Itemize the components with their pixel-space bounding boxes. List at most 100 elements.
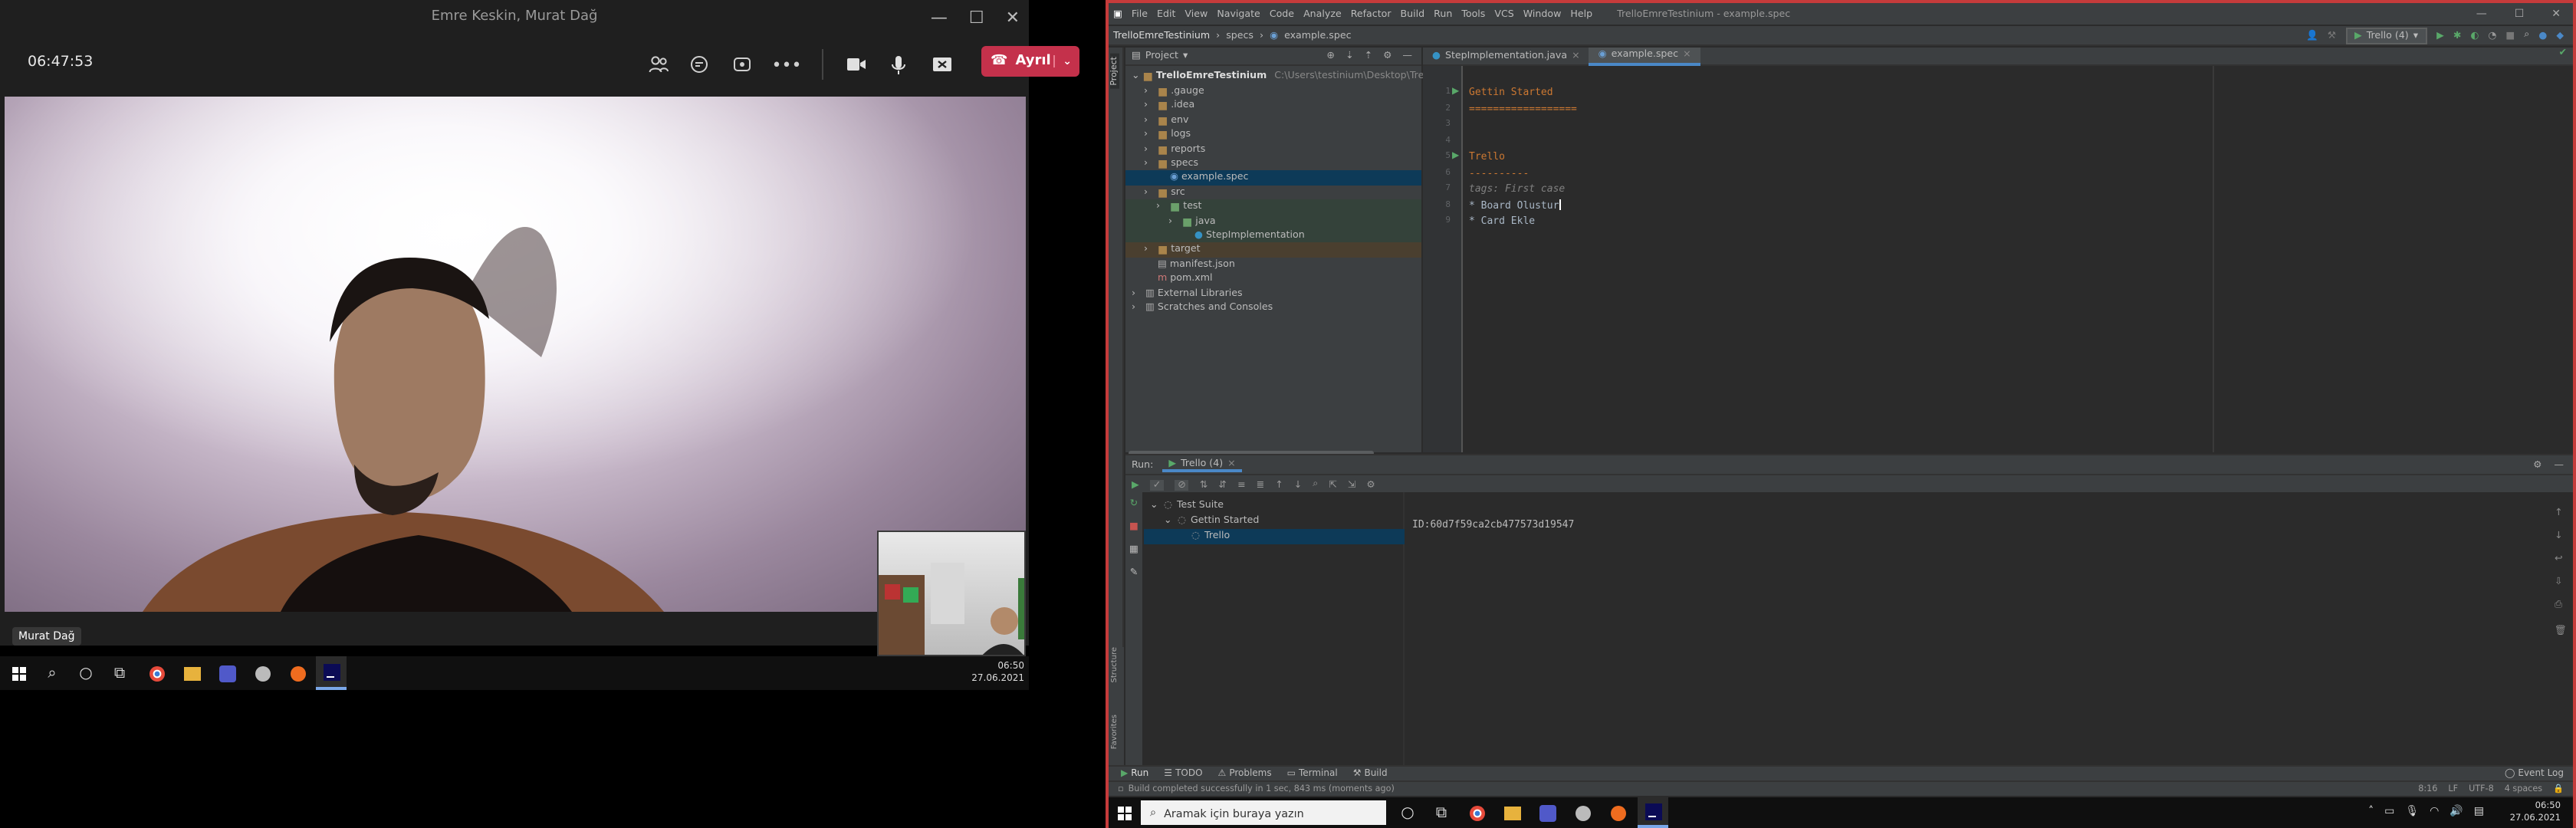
taskbar-clock[interactable]: 06:50 27.06.2021 [2510, 800, 2561, 825]
user-icon[interactable]: 👤 [2306, 29, 2318, 41]
postman-icon[interactable] [282, 656, 313, 690]
search-icon[interactable]: ⌕ [37, 656, 67, 690]
menu-navigate[interactable]: Navigate [1212, 8, 1265, 19]
sort-alpha-icon[interactable]: ⇅ [1200, 479, 1208, 490]
sort-duration-icon[interactable]: ⇵ [1218, 479, 1227, 490]
menu-view[interactable]: View [1180, 8, 1212, 19]
settings-gear-icon[interactable]: ⚙ [1383, 51, 1392, 61]
soft-wrap-icon[interactable]: ↩ [2555, 554, 2567, 564]
wifi-icon[interactable]: ◠ [2430, 805, 2439, 817]
tool-tab-todo[interactable]: ☰ TODO [1164, 768, 1202, 779]
breadcrumb-project[interactable]: TrelloEmreTestinium [1113, 30, 1210, 41]
project-view-select[interactable]: Project [1145, 51, 1178, 61]
lock-icon[interactable]: 🔒 [2553, 784, 2564, 794]
chrome-icon[interactable] [1461, 797, 1492, 828]
structure-tool-tab[interactable]: Structure [1110, 647, 1119, 683]
hide-panel-icon[interactable]: — [2554, 459, 2564, 470]
maximize-icon[interactable]: ☐ [2515, 8, 2525, 20]
breadcrumb-specs[interactable]: specs [1226, 30, 1254, 41]
microphone-icon[interactable]: 🎙 [2405, 805, 2419, 817]
tree-item[interactable]: › ■ specs [1125, 156, 1421, 172]
export-icon[interactable]: ⇱ [1329, 479, 1337, 490]
profile-icon[interactable]: ◔ [2488, 30, 2496, 41]
taskbar-search-box[interactable]: ⌕ Aramak için buraya yazın [1141, 800, 1386, 825]
tree-item[interactable]: › ■ reports [1125, 142, 1421, 157]
minimize-icon[interactable]: — [2476, 8, 2487, 20]
show-passed-icon[interactable]: ✓ [1149, 479, 1165, 490]
menu-vcs[interactable]: VCS [1490, 8, 1518, 19]
close-icon[interactable]: ✕ [2551, 8, 2561, 20]
share-screen-icon[interactable] [928, 51, 955, 78]
stop-icon[interactable]: ■ [2505, 30, 2515, 41]
event-log-tab[interactable]: ◯ Event Log [2505, 768, 2564, 779]
tree-item[interactable]: › ▥ External Libraries [1125, 286, 1421, 301]
close-tab-icon[interactable]: × [1227, 458, 1236, 468]
locate-icon[interactable]: ⊕ [1326, 51, 1335, 61]
tree-item[interactable]: › ■ .gauge [1125, 84, 1421, 100]
maximize-icon[interactable]: ☐ [969, 7, 984, 27]
tree-item[interactable]: › ■ .idea [1125, 99, 1421, 114]
code-content[interactable]: Gettin Started ================== Trello --… [1423, 48, 2573, 452]
menu-window[interactable]: Window [1519, 8, 1566, 19]
debug-icon[interactable]: ✱ [2453, 30, 2462, 41]
microphone-icon[interactable] [885, 51, 912, 78]
indent-setting[interactable]: 4 spaces [2505, 784, 2542, 794]
chevron-down-icon[interactable]: ▾ [1183, 51, 1188, 61]
console-output[interactable]: ID:60d7f59ca2cb477573d19547 [1406, 492, 2541, 776]
menu-help[interactable]: Help [1566, 8, 1597, 19]
hammer-build-icon[interactable]: ⚒ [2328, 30, 2336, 41]
postman-icon[interactable] [1602, 797, 1633, 828]
scroll-end-icon[interactable]: ⇩ [2555, 577, 2567, 587]
cortana-icon[interactable]: ○ [1392, 797, 1423, 828]
print-icon[interactable]: ⎙ [2555, 600, 2567, 612]
tree-item[interactable]: › ■ env [1125, 113, 1421, 129]
prev-failed-icon[interactable]: ↑ [1275, 479, 1283, 490]
pin-icon[interactable]: ✎ [1130, 567, 1138, 578]
cortana-icon[interactable]: ○ [71, 656, 101, 690]
tree-item-root[interactable]: ⌄ ■ TrelloEmreTestinium C:\Users\testini… [1125, 69, 1470, 84]
leave-call-button[interactable]: ☎ Ayrıl ⌄ [981, 46, 1079, 77]
tree-item[interactable]: › ■ java [1125, 214, 1421, 230]
test-tree-row[interactable]: ◌ Trello [1144, 529, 1405, 544]
collapse-all-icon[interactable]: ⇡ [1365, 51, 1373, 61]
test-tree-row[interactable]: ⌄ ◌ Test Suite [1144, 498, 1405, 514]
tree-item[interactable]: › ▥ Scratches and Consoles [1125, 301, 1421, 316]
app-icon[interactable] [1567, 797, 1598, 828]
tree-item[interactable]: ▤ manifest.json [1125, 258, 1421, 273]
menu-refactor[interactable]: Refactor [1346, 8, 1396, 19]
expand-all-icon[interactable]: ≡ [1237, 479, 1246, 490]
test-tree-row[interactable]: ⌄ ◌ Gettin Started [1144, 514, 1405, 529]
menu-code[interactable]: Code [1265, 8, 1299, 19]
trash-icon[interactable]: 🗑 [2555, 624, 2567, 636]
updates-icon[interactable]: ● [2538, 30, 2547, 41]
tree-item[interactable]: m pom.xml [1125, 271, 1421, 287]
language-icon[interactable]: ▤ [2474, 805, 2484, 817]
task-view-icon[interactable]: ⧉ [104, 656, 135, 690]
intellij-icon[interactable] [1638, 797, 1668, 828]
down-icon[interactable]: ↓ [2555, 531, 2567, 541]
status-message[interactable]: ▫ Build completed successfully in 1 sec, … [1118, 784, 1395, 794]
next-failed-icon[interactable]: ↓ [1294, 479, 1303, 490]
zoom-icon[interactable]: ⌕ [1313, 478, 1318, 491]
network-icon[interactable]: ▭ [2384, 805, 2394, 817]
menu-analyze[interactable]: Analyze [1299, 8, 1346, 19]
favorites-tool-tab[interactable]: Favorites [1110, 715, 1119, 749]
search-everywhere-icon[interactable]: ⌕ [2524, 29, 2529, 41]
expand-all-icon[interactable]: ⇣ [1346, 51, 1354, 61]
windows-start-icon[interactable] [1109, 797, 1139, 828]
layout-icon[interactable]: ▦ [1129, 544, 1138, 555]
tree-item[interactable]: › ■ logs [1125, 127, 1421, 143]
camera-icon[interactable] [842, 51, 869, 78]
menu-run[interactable]: Run [1429, 8, 1457, 19]
tree-item[interactable]: ◉ example.spec [1125, 170, 1421, 186]
rerun-icon[interactable]: ▶ [1132, 479, 1139, 490]
import-icon[interactable]: ⇲ [1348, 479, 1356, 490]
task-view-icon[interactable]: ⧉ [1426, 797, 1457, 828]
tree-item[interactable]: › ■ test [1125, 199, 1421, 215]
collapse-all-icon[interactable]: ≣ [1257, 479, 1265, 490]
coverage-icon[interactable]: ◐ [2470, 30, 2479, 41]
caret-position[interactable]: 8:16 [2418, 784, 2437, 794]
stop-icon[interactable]: ■ [1129, 521, 1138, 532]
windows-start-icon[interactable] [3, 656, 34, 690]
teams-icon[interactable] [1532, 797, 1562, 828]
